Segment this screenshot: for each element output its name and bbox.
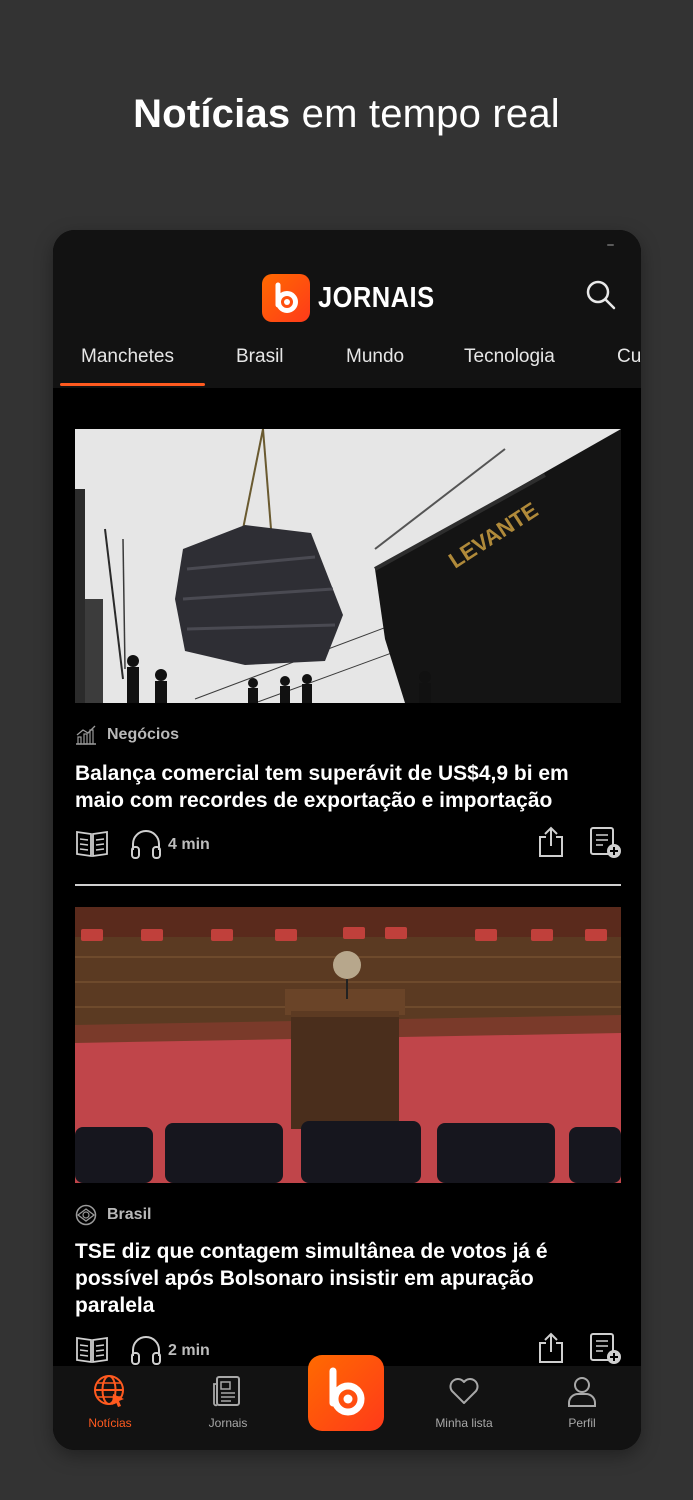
brasil-icon <box>75 1204 97 1226</box>
logo-mark-icon <box>262 274 310 322</box>
article-actions: 4 min <box>75 826 623 862</box>
audio-duration: 2 min <box>168 1342 210 1359</box>
nav-label: Notícias <box>88 1416 132 1430</box>
phone-frame: JORNAIS Manchetes Brasil Mundo Tecnologi… <box>53 230 641 1450</box>
tab-brasil[interactable]: Brasil <box>236 346 284 368</box>
app-header: JORNAIS Manchetes Brasil Mundo Tecnologi… <box>53 230 641 388</box>
category-label: Brasil <box>107 1206 152 1223</box>
tab-mundo[interactable]: Mundo <box>346 346 404 368</box>
chart-icon <box>76 725 96 745</box>
headline-rest: em tempo real <box>290 92 560 136</box>
headphones-icon[interactable] <box>129 828 163 860</box>
save-to-list-icon[interactable] <box>589 826 623 860</box>
headphones-icon[interactable] <box>129 1334 163 1366</box>
audio-duration: 4 min <box>168 836 210 853</box>
article-category[interactable]: Negócios <box>75 725 179 745</box>
globe-icon <box>94 1375 124 1407</box>
nav-noticias[interactable]: Notícias <box>65 1366 155 1450</box>
nav-perfil[interactable]: Perfil <box>537 1366 627 1450</box>
article-image[interactable]: LEVANTE <box>75 429 621 703</box>
active-tab-indicator <box>60 383 205 386</box>
read-icon[interactable] <box>75 1334 109 1364</box>
share-icon[interactable] <box>537 826 565 858</box>
search-icon[interactable] <box>584 278 618 312</box>
promo-headline: Notícias em tempo real <box>0 92 693 137</box>
app-logo-icon <box>329 1367 365 1416</box>
article-category[interactable]: Brasil <box>75 1204 151 1226</box>
newspaper-icon <box>213 1376 240 1407</box>
share-icon[interactable] <box>537 1332 565 1364</box>
heart-icon <box>449 1378 479 1404</box>
app-home-button[interactable] <box>308 1355 384 1431</box>
nav-minha-lista[interactable]: Minha lista <box>419 1366 509 1450</box>
tab-cultura-partial[interactable]: Cu <box>617 346 641 368</box>
article-title[interactable]: Balança comercial tem superávit de US$4,… <box>75 760 605 814</box>
article-divider <box>75 884 621 886</box>
read-icon[interactable] <box>75 828 109 858</box>
app-name: JORNAIS <box>318 281 435 314</box>
headline-strong: Notícias <box>133 92 291 136</box>
nav-label: Jornais <box>208 1416 248 1430</box>
tab-manchetes[interactable]: Manchetes <box>81 346 174 368</box>
user-icon <box>568 1377 596 1407</box>
article-title[interactable]: TSE diz que contagem simultânea de votos… <box>75 1238 605 1319</box>
save-to-list-icon[interactable] <box>589 1332 623 1366</box>
nav-label: Minha lista <box>435 1416 493 1430</box>
nav-jornais[interactable]: Jornais <box>183 1366 273 1450</box>
tab-tecnologia[interactable]: Tecnologia <box>464 346 555 368</box>
status-indicator <box>607 244 614 246</box>
app-logo[interactable]: JORNAIS <box>262 274 450 322</box>
category-label: Negócios <box>107 726 180 743</box>
nav-label: Perfil <box>568 1416 596 1430</box>
section-tabs: Manchetes Brasil Mundo Tecnologia Cu <box>53 336 641 388</box>
article-image[interactable] <box>75 907 621 1183</box>
